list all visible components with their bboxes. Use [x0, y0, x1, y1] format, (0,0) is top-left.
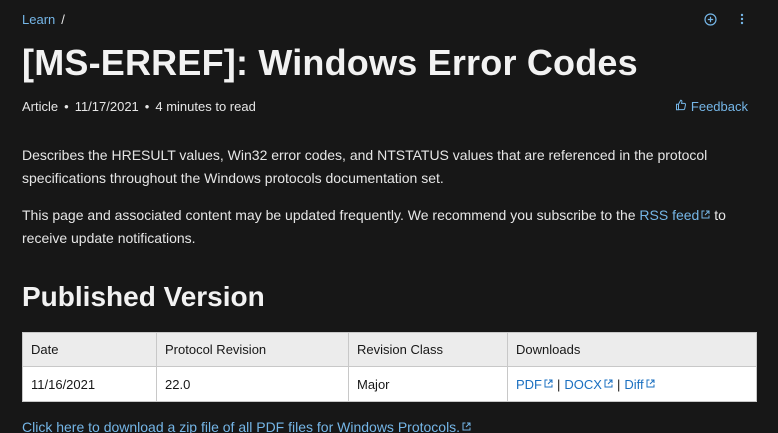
download-docx-link[interactable]: DOCX: [564, 377, 613, 392]
column-header-downloads: Downloads: [507, 332, 757, 367]
description-paragraph: Describes the HRESULT values, Win32 erro…: [22, 147, 708, 186]
breadcrumb-learn-link[interactable]: Learn: [22, 12, 55, 27]
breadcrumb: Learn /: [22, 12, 65, 27]
download-diff-link[interactable]: Diff: [624, 376, 655, 392]
meta-separator: •: [64, 99, 69, 114]
download-separator: |: [616, 377, 621, 392]
column-header-revision-class: Revision Class: [348, 332, 508, 367]
external-link-icon: [544, 376, 553, 391]
table-header-row: Date Protocol Revision Revision Class Do…: [22, 332, 757, 367]
zip-download-link[interactable]: Click here to download a zip file of all…: [22, 418, 471, 433]
cell-date: 11/16/2021: [22, 366, 157, 402]
article-date: 11/17/2021: [74, 99, 139, 114]
external-link-icon: [701, 203, 710, 226]
download-diff-label: Diff: [624, 377, 644, 392]
download-pdf-label: PDF: [516, 377, 542, 392]
plus-circle-icon[interactable]: [702, 11, 718, 27]
cell-downloads: PDF | DOCX | Diff: [507, 366, 757, 402]
update-paragraph: This page and associated content may be …: [22, 203, 756, 250]
article-type: Article: [22, 99, 59, 114]
page-title: [MS-ERREF]: Windows Error Codes: [22, 42, 638, 83]
thumbs-up-icon: [675, 99, 687, 114]
download-pdf-link[interactable]: PDF: [516, 377, 553, 392]
page: Learn / [MS-ERREF]: Windows Error Codes …: [0, 0, 778, 433]
download-separator: |: [557, 377, 561, 392]
download-docx-label: DOCX: [564, 377, 602, 392]
article-meta: Article • 11/17/2021 • 4 minutes to read…: [22, 99, 748, 114]
top-bar: Learn /: [22, 8, 756, 30]
cell-revision: 22.0: [156, 366, 349, 402]
read-time: 4 minutes to read: [155, 99, 256, 114]
feedback-label: Feedback: [690, 99, 748, 114]
meta-separator: •: [144, 99, 150, 114]
column-header-date: Date: [22, 332, 157, 367]
external-link-icon: [646, 376, 655, 391]
more-vertical-icon[interactable]: [734, 11, 750, 27]
top-actions: [702, 11, 750, 27]
published-version-table: Date Protocol Revision Revision Class Do…: [22, 332, 757, 402]
breadcrumb-separator: /: [61, 11, 65, 27]
external-link-icon: [604, 376, 613, 391]
cell-class: Major: [348, 366, 508, 402]
table-row: 11/16/2021 22.0 Major PDF | DOCX | Diff: [22, 366, 757, 402]
rss-feed-label: RSS feed: [639, 207, 700, 223]
feedback-button[interactable]: Feedback: [675, 99, 748, 114]
zip-download-label: Click here to download a zip file of all…: [22, 419, 461, 433]
rss-feed-link[interactable]: RSS feed: [639, 207, 710, 223]
article-body: Describes the HRESULT values, Win32 erro…: [22, 144, 756, 263]
column-header-protocol-revision: Protocol Revision: [156, 332, 349, 367]
section-heading-published-version: Published Version: [22, 281, 265, 312]
update-text-before: This page and associated content may be …: [22, 207, 636, 223]
external-link-icon: [462, 418, 471, 433]
